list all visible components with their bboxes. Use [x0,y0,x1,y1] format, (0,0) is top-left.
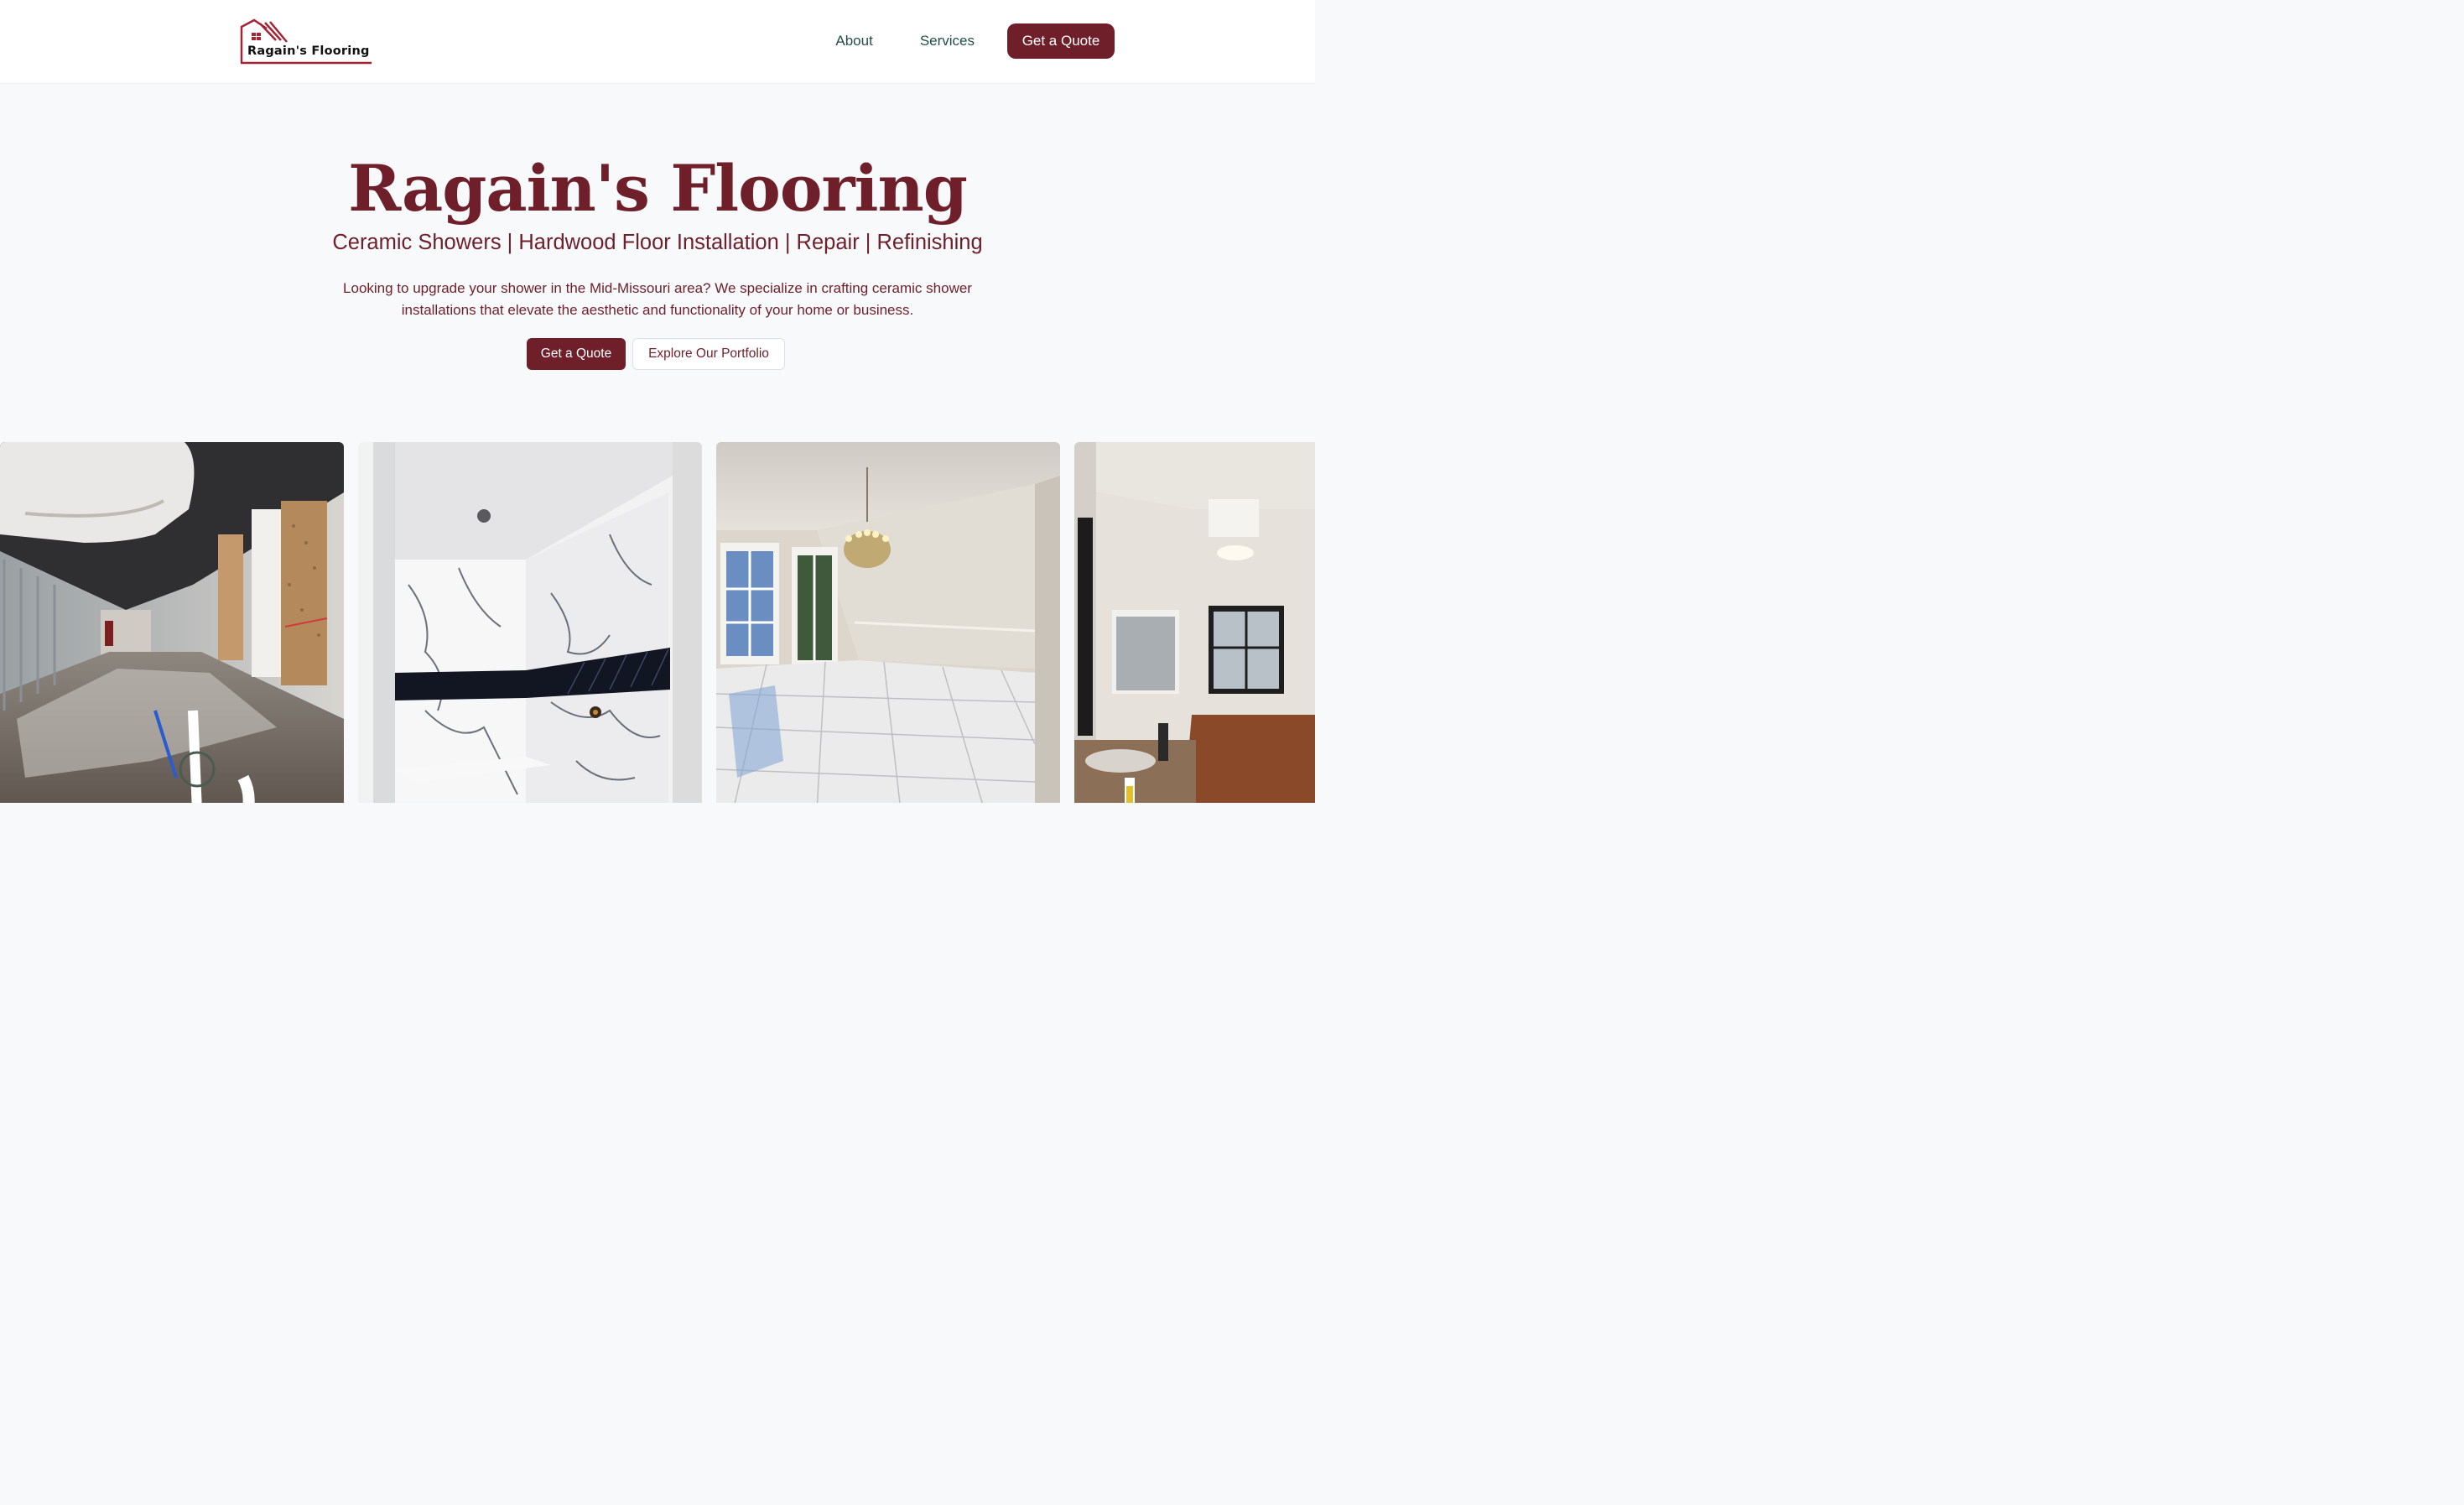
house-logo-icon [240,18,372,65]
nav-about-link[interactable]: About [835,33,872,49]
logo-text: Ragain's Flooring [247,44,370,58]
nav-services-link[interactable]: Services [920,33,975,49]
gallery-card-2[interactable] [358,442,702,803]
tiled-dining-room-photo-icon [716,442,1060,803]
gallery-card-3[interactable] [716,442,1060,803]
hero-get-quote-button[interactable]: Get a Quote [527,338,626,370]
marble-shower-photo-icon [358,442,702,803]
hero-actions: Get a Quote Explore Our Portfolio [527,338,785,370]
logo[interactable]: Ragain's Flooring [239,18,373,65]
main-nav: About Services Get a Quote [835,23,1115,59]
commercial-renovation-photo-icon [0,442,344,803]
header-get-quote-button[interactable]: Get a Quote [1007,23,1115,59]
gallery-card-4[interactable] [1074,442,1315,803]
explore-portfolio-button[interactable]: Explore Our Portfolio [632,338,785,370]
bathroom-photo-icon [1074,442,1315,803]
site-header: Ragain's Flooring About Services Get a Q… [0,0,1315,84]
portfolio-gallery [0,442,1315,803]
gallery-card-1[interactable] [0,442,344,803]
hero-subtitle: Ceramic Showers | Hardwood Floor Install… [332,231,983,254]
hero-description: Looking to upgrade your shower in the Mi… [343,280,972,318]
hero-title: Ragain's Flooring [348,151,968,226]
